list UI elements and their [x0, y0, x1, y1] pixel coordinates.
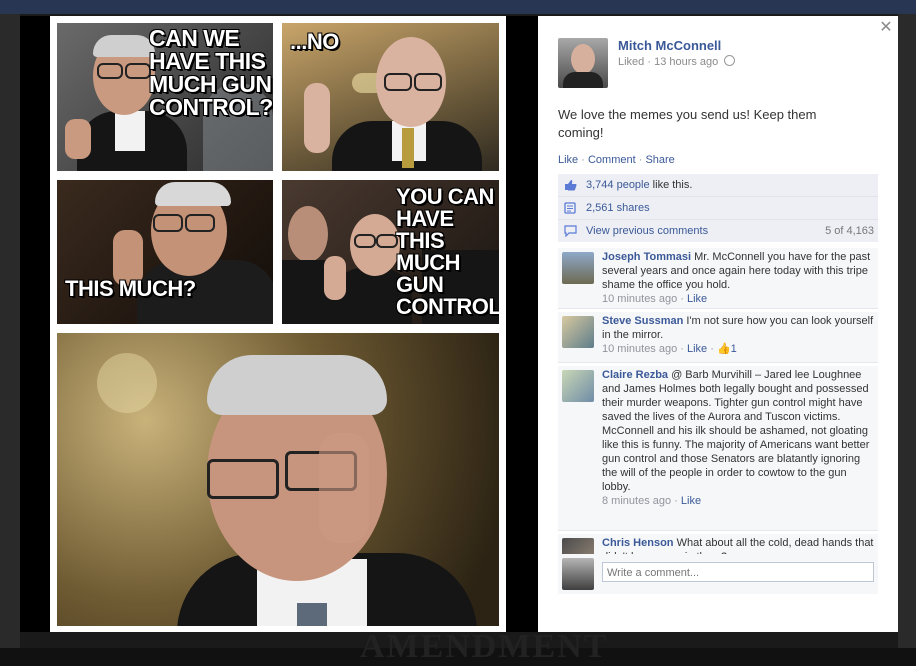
ufi-box: 3,744 people like this. 2,561 shares Vie…: [558, 174, 878, 242]
view-previous-comments-link[interactable]: View previous comments: [586, 225, 708, 237]
comment-meta: 10 minutes ago · Like: [602, 293, 708, 305]
comment-body: Claire Rezba @ Barb Murvihill – Jared le…: [602, 368, 876, 508]
meme-image: CAN WE HAVE THIS MUCH GUN CONTROL? ...NO…: [50, 16, 506, 632]
separator: ·: [578, 154, 588, 166]
shares-link[interactable]: 2,561 shares: [586, 202, 650, 214]
share-link[interactable]: Share: [645, 154, 674, 166]
close-icon[interactable]: ✕: [878, 20, 894, 36]
comment-body: Joseph Tommasi Mr. McConnell you have fo…: [602, 250, 876, 306]
meme-panel-3: THIS MUCH?: [57, 180, 273, 324]
dimmed-left-column: [0, 14, 20, 648]
post-meta: Liked · 13 hours ago: [618, 55, 736, 68]
likes-count-link[interactable]: 3,744 people: [586, 179, 650, 191]
comment-bubble-icon: [564, 225, 577, 237]
meme-panel-4: YOU CAN HAVE THIS MUCH GUN CONTROL: [282, 180, 499, 324]
comments-pager: 5 of 4,163: [825, 225, 874, 237]
comment-time: 8 minutes ago: [602, 495, 672, 507]
commenter-name-link[interactable]: Joseph Tommasi: [602, 251, 691, 263]
meme-panel-2: ...NO: [282, 23, 499, 171]
commenter-name-link[interactable]: Chris Henson: [602, 537, 674, 549]
commenter-name-link[interactable]: Steve Sussman: [602, 315, 683, 327]
meme-caption-2: ...NO: [290, 29, 339, 54]
thumbs-up-icon: [565, 180, 577, 191]
comment-text: @ Barb Murvihill – Jared lee Loughnee an…: [602, 369, 870, 493]
post-actions: Like · Comment · Share: [558, 154, 675, 166]
likes-suffix: like this.: [649, 179, 693, 191]
comment-like-link[interactable]: Like: [687, 343, 707, 355]
globe-icon: [724, 55, 736, 66]
meme-panel-5: [57, 333, 499, 626]
comment-input[interactable]: Write a comment...: [602, 562, 874, 582]
post-meta-text: Liked · 13 hours ago: [618, 56, 719, 68]
comment-link[interactable]: Comment: [588, 154, 636, 166]
photo-viewer[interactable]: CAN WE HAVE THIS MUCH GUN CONTROL? ...NO…: [20, 16, 538, 632]
meme-caption-3: THIS MUCH?: [65, 276, 196, 301]
comment-item: Joseph Tommasi Mr. McConnell you have fo…: [558, 248, 878, 309]
meme-panel-1: CAN WE HAVE THIS MUCH GUN CONTROL?: [57, 23, 273, 171]
viewer-avatar: [562, 558, 594, 590]
comment-body: Steve Sussman I'm not sure how you can l…: [602, 314, 876, 356]
comment-like-count[interactable]: 1: [731, 343, 737, 355]
poster-avatar[interactable]: [558, 38, 608, 88]
poster-name-link[interactable]: Mitch McConnell: [618, 38, 721, 53]
comment-time: 10 minutes ago: [602, 343, 678, 355]
comment-composer: Write a comment...: [558, 554, 878, 594]
commenter-name-link[interactable]: Claire Rezba: [602, 369, 668, 381]
comment-meta: 8 minutes ago · Like: [602, 495, 702, 507]
commenter-avatar[interactable]: [562, 370, 594, 402]
commenter-avatar[interactable]: [562, 252, 594, 284]
meme-caption-1: CAN WE HAVE THIS MUCH GUN CONTROL?: [149, 25, 273, 120]
like-link[interactable]: Like: [558, 154, 578, 166]
comment-thumbs-up-icon: 👍: [716, 343, 731, 355]
comment-time: 10 minutes ago: [602, 293, 678, 305]
comment-like-link[interactable]: Like: [687, 293, 707, 305]
comment-like-link[interactable]: Like: [681, 495, 701, 507]
dimmed-top-bar: [0, 0, 916, 14]
separator: ·: [635, 154, 646, 166]
shares-icon: [564, 202, 576, 214]
comment-meta: 10 minutes ago · Like · 👍1: [602, 343, 737, 355]
view-previous-row: View previous comments 5 of 4,163: [558, 220, 878, 242]
dimmed-background-text: AMENDMENT: [360, 628, 609, 665]
meme-caption-4: YOU CAN HAVE THIS MUCH GUN CONTROL: [396, 184, 499, 319]
dimmed-right-column: [898, 14, 916, 648]
commenter-avatar[interactable]: [562, 316, 594, 348]
shares-row: 2,561 shares: [558, 197, 878, 220]
post-message: We love the memes you send us! Keep them…: [558, 107, 817, 140]
likes-row: 3,744 people like this.: [558, 174, 878, 197]
comment-item: Claire Rezba @ Barb Murvihill – Jared le…: [558, 366, 878, 531]
post-sidebar: Mitch McConnell Liked · 13 hours ago We …: [538, 16, 898, 632]
comment-item: Steve Sussman I'm not sure how you can l…: [558, 312, 878, 363]
